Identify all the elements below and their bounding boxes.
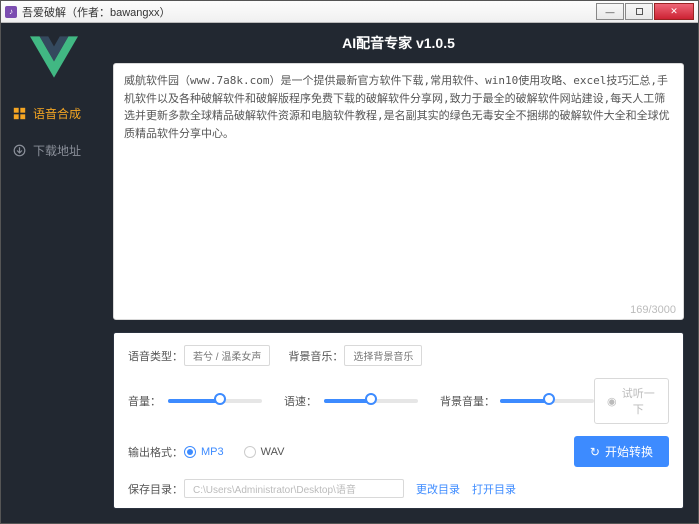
window-title: 吾爱破解（作者：bawangxx） [22,4,171,20]
app-title: AI配音专家 v1.0.5 [113,33,684,53]
vue-logo [29,35,79,79]
bgm-select[interactable]: 选择背景音乐 [344,345,422,366]
play-icon: ◉ [607,395,617,408]
bgm-volume-slider[interactable] [500,399,594,403]
format-label: 输出格式： [128,444,184,460]
voice-type-label: 语音类型： [128,348,184,364]
volume-label: 音量： [128,393,168,409]
preview-button[interactable]: ◉ 试听一下 [594,378,669,424]
sidebar-item-voice-synthesis[interactable]: 语音合成 [1,95,107,132]
speed-label: 语速： [284,393,324,409]
open-dir-link[interactable]: 打开目录 [472,481,516,497]
grid-icon [13,107,26,120]
bgm-volume-label: 背景音量： [440,393,500,409]
controls-panel: 语音类型： 若兮 / 温柔女声 背景音乐： 选择背景音乐 音量： 语速： [113,332,684,509]
minimize-button[interactable]: — [596,3,624,20]
download-icon [13,144,26,157]
convert-button[interactable]: ↻ 开始转换 [574,436,669,467]
app-icon: ♪ [5,6,17,18]
speed-slider[interactable] [324,399,418,403]
save-dir-label: 保存目录： [128,481,184,497]
sidebar-item-label: 下载地址 [33,142,81,159]
sidebar-item-download[interactable]: 下载地址 [1,132,107,169]
char-counter: 169/3000 [630,304,676,316]
format-mp3-radio[interactable]: MP3 [184,446,224,458]
voice-type-select[interactable]: 若兮 / 温柔女声 [184,345,270,366]
sidebar: 语音合成 下载地址 [1,23,107,523]
change-dir-link[interactable]: 更改目录 [416,481,460,497]
bgm-label: 背景音乐： [288,348,344,364]
refresh-icon: ↻ [590,445,600,459]
volume-slider[interactable] [168,399,262,403]
text-input[interactable] [113,63,684,320]
titlebar: ♪ 吾爱破解（作者：bawangxx） — ✕ [1,1,698,23]
maximize-button[interactable] [625,3,653,20]
sidebar-item-label: 语音合成 [33,105,81,122]
format-wav-radio[interactable]: WAV [244,446,285,458]
close-button[interactable]: ✕ [654,3,694,20]
save-dir-input[interactable] [184,479,404,498]
